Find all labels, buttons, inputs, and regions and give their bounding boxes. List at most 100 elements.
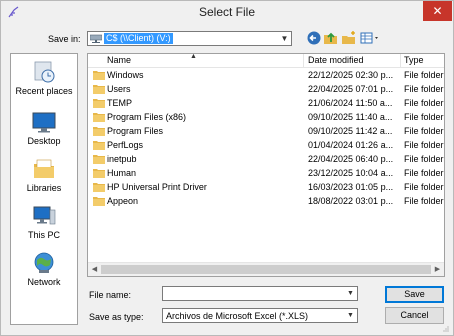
save-as-type-label: Save as type:: [89, 312, 144, 322]
sort-arrow-icon: ▲: [190, 53, 197, 60]
save-in-value: C$ (\\Client) (V:): [104, 33, 173, 44]
place-this-pc[interactable]: This PC: [11, 204, 77, 240]
file-name-input[interactable]: ▼: [162, 286, 358, 301]
file-type-cell: File folder: [404, 84, 444, 94]
file-type-cell: File folder: [404, 126, 444, 136]
column-header-date[interactable]: Date modified: [308, 55, 364, 65]
column-divider[interactable]: [303, 54, 304, 67]
file-type-cell: File folder: [404, 182, 444, 192]
network-drive-icon: [90, 34, 102, 43]
file-name-cell: inetpub: [107, 154, 137, 164]
file-date-cell: 22/04/2025 06:40 p...: [308, 154, 394, 164]
list-item[interactable]: Program Files (x86) 09/10/2025 11:40 a..…: [88, 110, 444, 124]
folder-icon: [93, 85, 105, 94]
new-folder-icon[interactable]: [341, 30, 357, 46]
save-as-type-dropdown[interactable]: Archivos de Microsoft Excel (*.XLS) ▼: [162, 308, 358, 323]
scroll-right-icon[interactable]: ▶: [432, 264, 443, 275]
file-date-cell: 23/12/2025 10:04 a...: [308, 168, 394, 178]
save-in-label: Save in:: [48, 34, 81, 44]
scroll-left-icon[interactable]: ◀: [89, 264, 100, 275]
file-name-cell: Windows: [107, 70, 144, 80]
save-as-type-value: Archivos de Microsoft Excel (*.XLS): [166, 311, 309, 321]
place-label: Recent places: [15, 86, 73, 96]
column-header-type[interactable]: Type: [404, 55, 424, 65]
file-name-cell: HP Universal Print Driver: [107, 182, 207, 192]
places-bar: Recent places Desktop Libraries This PC …: [10, 53, 78, 325]
network-icon: [34, 252, 54, 273]
file-type-cell: File folder: [404, 70, 444, 80]
folder-icon: [93, 113, 105, 122]
select-file-dialog: Select File ✕ Save in: C$ (\\Client) (V:…: [0, 0, 454, 336]
view-menu-icon[interactable]: [359, 30, 381, 46]
list-item[interactable]: Human 23/12/2025 10:04 a... File folder: [88, 166, 444, 180]
cancel-button[interactable]: Cancel: [385, 307, 444, 324]
folder-icon: [93, 71, 105, 80]
file-date-cell: 09/10/2025 11:40 a...: [308, 112, 393, 122]
file-date-cell: 21/06/2024 11:50 a...: [308, 98, 393, 108]
folder-icon: [93, 99, 105, 108]
folder-icon: [93, 169, 105, 178]
column-header-name[interactable]: Name: [107, 55, 131, 65]
file-name-cell: Program Files (x86): [107, 112, 187, 122]
folder-icon: [93, 183, 105, 192]
save-button[interactable]: Save: [385, 286, 444, 303]
column-divider[interactable]: [400, 54, 401, 67]
file-type-cell: File folder: [404, 154, 444, 164]
file-name-cell: Users: [107, 84, 131, 94]
folder-icon: [93, 141, 105, 150]
libraries-icon: [34, 159, 54, 178]
file-type-cell: File folder: [404, 168, 444, 178]
scrollbar-thumb[interactable]: [101, 265, 431, 274]
file-name-cell: TEMP: [107, 98, 133, 108]
list-item[interactable]: HP Universal Print Driver 16/03/2023 01:…: [88, 180, 444, 194]
place-libraries[interactable]: Libraries: [11, 157, 77, 193]
chevron-down-icon[interactable]: ▼: [346, 289, 355, 298]
file-date-cell: 01/04/2024 01:26 a...: [308, 140, 394, 150]
file-name-cell: Appeon: [107, 196, 139, 206]
place-label: This PC: [27, 230, 60, 240]
window-title: Select File: [198, 5, 256, 19]
list-header: Name ▲ Date modified Type: [88, 54, 444, 68]
file-date-cell: 16/03/2023 01:05 p...: [308, 182, 394, 192]
file-type-cell: File folder: [404, 196, 444, 206]
file-date-cell: 22/12/2025 02:30 p...: [308, 70, 394, 80]
place-recent-places[interactable]: Recent places: [11, 60, 77, 96]
place-desktop[interactable]: Desktop: [11, 110, 77, 146]
file-list: Name ▲ Date modified Type Windows 22/12/…: [87, 53, 445, 277]
desktop-icon: [32, 112, 56, 133]
place-network[interactable]: Network: [11, 251, 77, 287]
file-date-cell: 09/10/2025 11:42 a...: [308, 126, 393, 136]
file-type-cell: File folder: [404, 98, 444, 108]
folder-icon: [93, 197, 105, 206]
list-item[interactable]: Program Files 09/10/2025 11:42 a... File…: [88, 124, 444, 138]
resize-grip-icon[interactable]: [443, 326, 449, 332]
list-item[interactable]: inetpub 22/04/2025 06:40 p... File folde…: [88, 152, 444, 166]
file-type-cell: File folder: [404, 140, 444, 150]
list-item[interactable]: Appeon 18/08/2022 03:01 p... File folder: [88, 194, 444, 208]
recent-places-icon: [34, 61, 55, 83]
list-item[interactable]: Windows 22/12/2025 02:30 p... File folde…: [88, 68, 444, 82]
place-label: Desktop: [27, 136, 61, 146]
up-folder-icon[interactable]: [323, 30, 339, 46]
list-item[interactable]: PerfLogs 01/04/2024 01:26 a... File fold…: [88, 138, 444, 152]
file-name-cell: Program Files: [107, 126, 164, 136]
file-date-cell: 18/08/2022 03:01 p...: [308, 196, 394, 206]
chevron-down-icon: ▼: [280, 34, 289, 43]
list-item[interactable]: TEMP 21/06/2024 11:50 a... File folder: [88, 96, 444, 110]
back-icon[interactable]: [306, 30, 322, 46]
folder-icon: [93, 127, 105, 136]
chevron-down-icon: ▼: [347, 312, 354, 319]
place-label: Libraries: [26, 183, 62, 193]
file-type-cell: File folder: [404, 112, 444, 122]
file-name-cell: Human: [107, 168, 137, 178]
folder-icon: [93, 155, 105, 164]
save-in-dropdown[interactable]: C$ (\\Client) (V:) ▼: [87, 31, 292, 46]
list-item[interactable]: Users 22/04/2025 07:01 p... File folder: [88, 82, 444, 96]
file-date-cell: 22/04/2025 07:01 p...: [308, 84, 394, 94]
this-pc-icon: [33, 206, 56, 225]
close-button[interactable]: ✕: [423, 1, 452, 21]
title-bar: Select File ✕: [1, 1, 453, 27]
file-name-label: File name:: [89, 290, 132, 300]
horizontal-scrollbar[interactable]: ◀ ▶: [88, 262, 444, 276]
file-name-cell: PerfLogs: [107, 140, 144, 150]
